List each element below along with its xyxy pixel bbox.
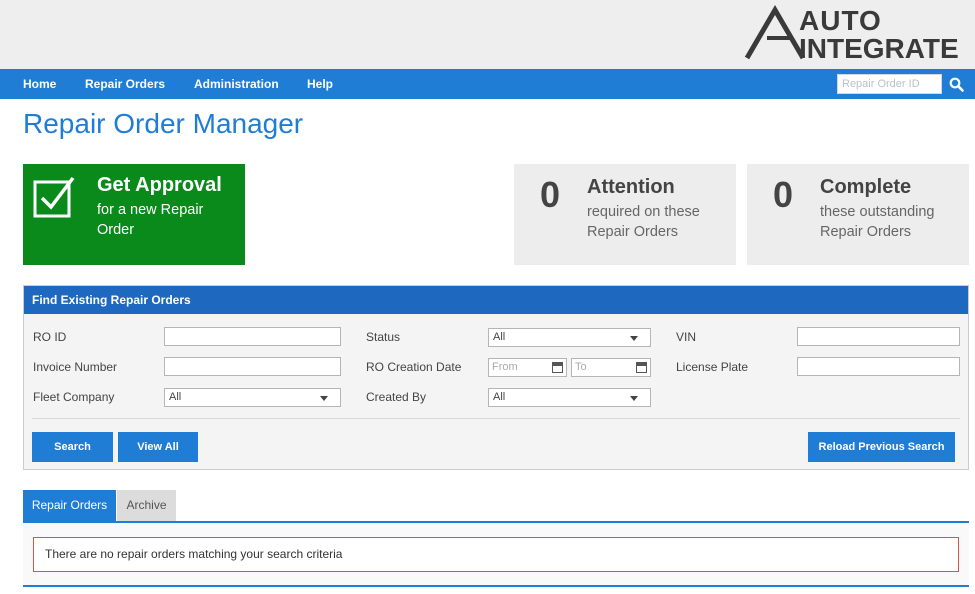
complete-title: Complete: [820, 176, 912, 198]
created-by-value: All: [493, 391, 506, 403]
date-to-input[interactable]: To: [571, 358, 651, 377]
attention-title: Attention: [587, 176, 675, 198]
attention-subtitle: required on these Repair Orders: [587, 204, 700, 240]
main-nav: Home Repair Orders Administration Help: [0, 69, 975, 99]
invoice-number-input[interactable]: [164, 357, 341, 376]
get-approval-title: Get Approval: [97, 174, 222, 196]
invoice-number-label: Invoice Number: [33, 360, 118, 374]
attention-card[interactable]: 0 Attention required on these Repair Ord…: [514, 164, 736, 265]
ro-creation-date-label: RO Creation Date: [366, 360, 462, 374]
get-approval-subtitle: for a new Repair Order: [97, 202, 204, 238]
results-area: There are no repair orders matching your…: [23, 523, 969, 586]
reload-previous-search-button[interactable]: Reload Previous Search: [808, 432, 955, 462]
attention-count: 0: [540, 174, 561, 215]
date-to-placeholder: To: [575, 361, 587, 373]
complete-count: 0: [773, 174, 794, 215]
nav-home[interactable]: Home: [23, 69, 56, 99]
checkbox-check-icon: [33, 176, 75, 218]
chevron-down-icon: [630, 336, 638, 341]
tab-archive[interactable]: Archive: [117, 490, 176, 521]
search-button[interactable]: Search: [32, 432, 113, 462]
svg-text:INTEGRATE: INTEGRATE: [799, 33, 959, 62]
tab-repair-orders[interactable]: Repair Orders: [23, 490, 116, 521]
nav-search-button[interactable]: [944, 74, 968, 94]
search-icon: [949, 77, 964, 92]
svg-text:AUTO: AUTO: [799, 5, 882, 36]
nav-help[interactable]: Help: [307, 69, 333, 99]
date-from-placeholder: From: [492, 361, 518, 373]
status-label: Status: [366, 330, 401, 344]
top-banner: AUTO INTEGRATE: [0, 0, 975, 69]
license-plate-label: License Plate: [676, 360, 749, 374]
created-by-label: Created By: [366, 390, 427, 404]
autointegrate-logo: AUTO INTEGRATE: [744, 5, 959, 62]
repair-order-id-search-input[interactable]: [837, 74, 942, 94]
complete-card[interactable]: 0 Complete these outstanding Repair Orde…: [747, 164, 969, 265]
results-bottom-border: [23, 585, 969, 587]
status-select[interactable]: All: [488, 328, 651, 347]
find-panel-header: Find Existing Repair Orders: [24, 286, 968, 314]
nav-administration[interactable]: Administration: [194, 69, 279, 99]
calendar-icon[interactable]: [636, 362, 647, 373]
chevron-down-icon: [630, 396, 638, 401]
fleet-company-label: Fleet Company: [33, 390, 115, 404]
fleet-company-select[interactable]: All: [164, 388, 341, 407]
panel-divider: [32, 418, 960, 419]
calendar-icon[interactable]: [552, 362, 563, 373]
status-value: All: [493, 331, 506, 343]
ro-id-input[interactable]: [164, 327, 341, 346]
complete-subtitle: these outstanding Repair Orders: [820, 204, 935, 240]
vin-input[interactable]: [797, 327, 960, 346]
chevron-down-icon: [320, 396, 328, 401]
date-from-input[interactable]: From: [488, 358, 567, 377]
get-approval-card[interactable]: Get Approval for a new Repair Order: [23, 164, 245, 265]
page-title: Repair Order Manager: [23, 108, 304, 139]
created-by-select[interactable]: All: [488, 388, 651, 407]
view-all-button[interactable]: View All: [118, 432, 198, 462]
nav-repair-orders[interactable]: Repair Orders: [85, 69, 165, 99]
ro-id-label: RO ID: [33, 330, 67, 344]
fleet-company-value: All: [169, 391, 182, 403]
license-plate-input[interactable]: [797, 357, 960, 376]
vin-label: VIN: [676, 330, 697, 344]
no-results-alert: There are no repair orders matching your…: [33, 537, 959, 572]
find-repair-orders-panel: Find Existing Repair Orders RO ID Invoic…: [23, 285, 969, 470]
